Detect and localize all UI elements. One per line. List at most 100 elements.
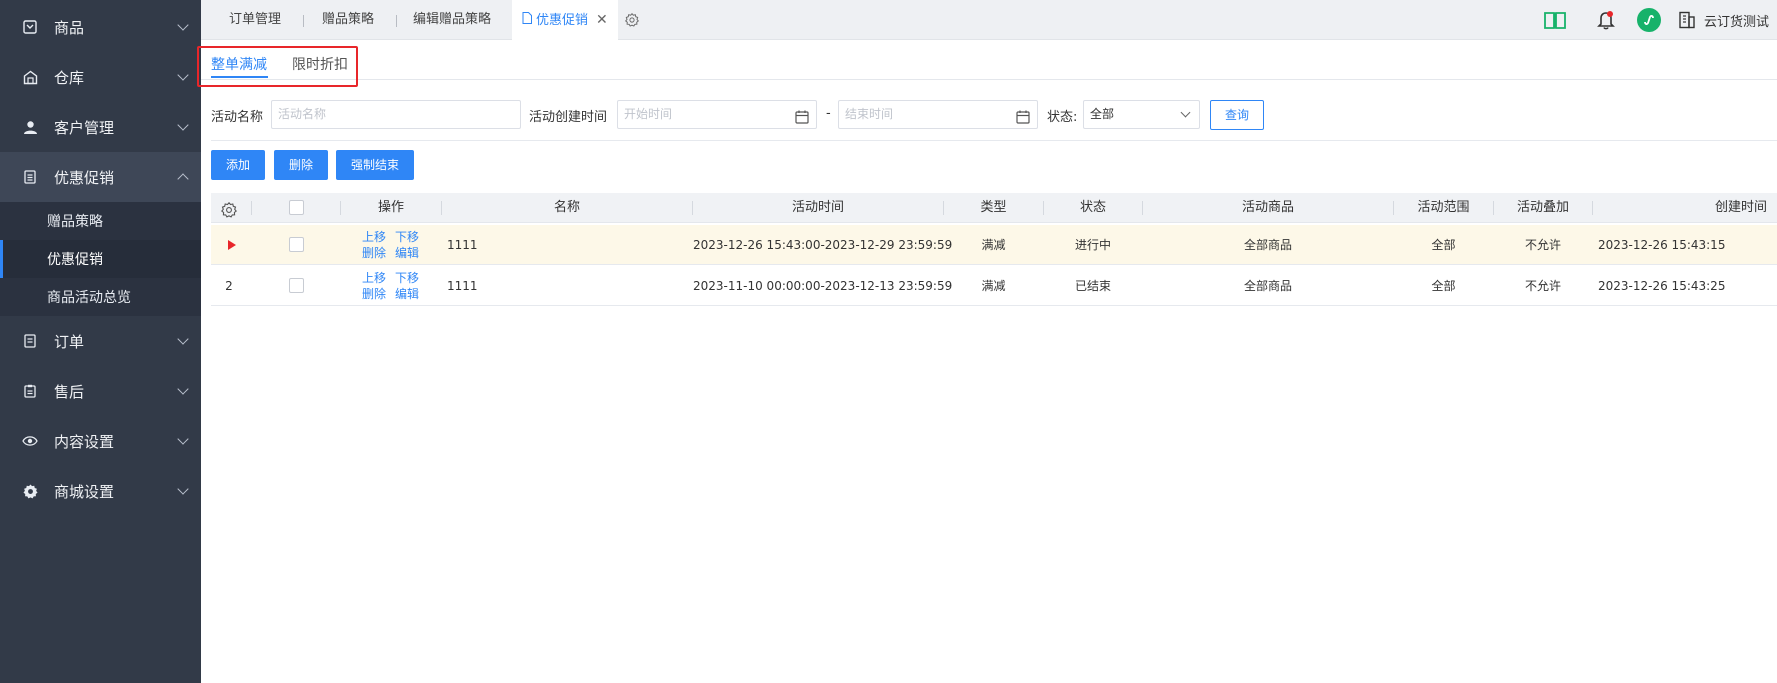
sidebar-item-mall-settings[interactable]: 商城设置: [0, 466, 201, 516]
tab-label: 赠品策略: [322, 12, 375, 27]
delete-button[interactable]: 删除: [274, 150, 328, 180]
move-down-link[interactable]: 下移: [395, 230, 419, 244]
delete-link[interactable]: 删除: [362, 287, 386, 301]
row-type: 满减: [981, 238, 1006, 252]
promotion-icon: [22, 169, 38, 185]
tab-strip: 订单管理 赠品策略 编辑赠品策略 优惠促销 ✕ 云订货测试: [201, 0, 1777, 40]
row-goods: 全部商品: [1243, 279, 1292, 293]
table-row[interactable]: 上移 下移 删除 编辑 1111 2023-12-26 15:43:00-202…: [211, 225, 1777, 265]
add-button[interactable]: 添加: [211, 150, 265, 180]
column-settings-icon[interactable]: [221, 200, 237, 218]
tab-label: 订单管理: [229, 12, 282, 27]
tab-gift-strategy[interactable]: 赠品策略: [322, 0, 374, 40]
sidebar-item-warehouse[interactable]: 仓库: [0, 52, 201, 102]
select-all-checkbox[interactable]: [289, 200, 304, 215]
sidebar-item-label: 仓库: [54, 68, 85, 87]
column-header-name: 名称: [553, 200, 580, 215]
row-name: 1111: [447, 279, 478, 293]
edit-link[interactable]: 编辑: [395, 246, 419, 260]
tab-settings-icon[interactable]: [625, 0, 639, 40]
move-up-link[interactable]: 上移: [362, 230, 386, 244]
sidebar-item-order[interactable]: 订单: [0, 316, 201, 366]
calendar-icon: [795, 107, 809, 124]
chevron-down-icon: [1180, 107, 1191, 118]
sidebar-item-promotion[interactable]: 优惠促销: [0, 152, 201, 202]
tab-edit-gift-strategy[interactable]: 编辑赠品策略: [413, 0, 491, 40]
sidebar-item-label: 商城设置: [54, 482, 115, 501]
status-select[interactable]: 全部: [1083, 100, 1200, 129]
activity-name-placeholder: 活动名称: [278, 107, 327, 121]
sidebar-subitem-label: 赠品策略: [47, 214, 103, 230]
sidebar-subitem-promotion[interactable]: 优惠促销: [0, 240, 201, 278]
tab-divider: [396, 15, 397, 27]
sidebar-item-label: 客户管理: [54, 118, 115, 137]
bell-icon[interactable]: [1597, 0, 1615, 40]
row-created: 2023-12-26 15:43:25: [1598, 279, 1726, 293]
start-time-input[interactable]: 开始时间: [617, 100, 817, 129]
chevron-down-icon: [177, 69, 189, 81]
row-type: 满减: [981, 279, 1006, 293]
sidebar-item-product[interactable]: 商品: [0, 2, 201, 52]
tab-divider: [303, 15, 304, 27]
chevron-up-icon: [177, 173, 189, 185]
tab-label: 编辑赠品策略: [413, 12, 492, 27]
chevron-down-icon: [177, 19, 189, 31]
highlight-annotation-box: [197, 46, 358, 87]
aftersale-icon: [22, 383, 38, 399]
row-checkbox[interactable]: [289, 237, 304, 252]
row-stack: 不允许: [1524, 279, 1561, 293]
sidebar-item-content-settings[interactable]: 内容设置: [0, 416, 201, 466]
query-button[interactable]: 查询: [1210, 100, 1264, 130]
sidebar-item-label: 优惠促销: [54, 168, 115, 187]
calendar-icon: [1016, 107, 1030, 124]
tab-order-management[interactable]: 订单管理: [229, 0, 281, 40]
column-header-time: 活动时间: [791, 200, 844, 215]
activity-name-input[interactable]: 活动名称: [271, 100, 521, 129]
row-scope: 全部: [1431, 279, 1456, 293]
row-index: 2: [225, 279, 233, 293]
row-checkbox[interactable]: [289, 278, 304, 293]
warehouse-icon: [22, 69, 38, 85]
chevron-down-icon: [177, 383, 189, 395]
move-down-link[interactable]: 下移: [395, 271, 419, 285]
table-row[interactable]: 2 上移 下移 删除 编辑 1111 2023-11-10 00:00:00-2…: [211, 266, 1777, 306]
sidebar-subitem-label: 优惠促销: [47, 252, 103, 268]
move-up-link[interactable]: 上移: [362, 271, 386, 285]
org-switcher[interactable]: 云订货测试: [1678, 0, 1769, 40]
sidebar-subitem-label: 商品活动总览: [47, 290, 131, 306]
sidebar-item-aftersale[interactable]: 售后: [0, 366, 201, 416]
building-icon: [1678, 11, 1696, 29]
user-icon: [22, 119, 38, 135]
org-name: 云订货测试: [1704, 14, 1770, 30]
chevron-down-icon: [177, 119, 189, 131]
row-scope: 全部: [1431, 238, 1456, 252]
end-time-input[interactable]: 结束时间: [838, 100, 1038, 129]
column-divider: [251, 201, 252, 215]
sidebar-item-label: 订单: [54, 332, 85, 351]
delete-link[interactable]: 删除: [362, 246, 386, 260]
mini-program-icon[interactable]: [1637, 0, 1661, 40]
sidebar-item-label: 内容设置: [54, 432, 115, 451]
tab-label: 优惠促销: [536, 13, 589, 28]
tab-promotion[interactable]: 优惠促销 ✕: [512, 0, 618, 40]
sidebar-subitem-gift-strategy[interactable]: 赠品策略: [0, 202, 201, 240]
status-select-value: 全部: [1090, 107, 1115, 121]
gear-icon: [22, 483, 38, 499]
row-name: 1111: [447, 238, 478, 252]
activity-name-label: 活动名称: [211, 110, 264, 125]
column-header-scope: 活动范围: [1417, 200, 1470, 215]
sidebar-item-customer[interactable]: 客户管理: [0, 102, 201, 152]
row-time: 2023-11-10 00:00:00-2023-12-13 23:59:59: [693, 279, 953, 293]
sidebar-subitem-activity-overview[interactable]: 商品活动总览: [0, 278, 201, 316]
sidebar: 商品 仓库 客户管理 优惠促销 赠品策略 优惠促销 商品活动总览 订单 售后 内…: [0, 0, 201, 683]
column-header-created: 创建时间: [1714, 200, 1767, 215]
chevron-down-icon: [177, 433, 189, 445]
sidebar-item-label: 售后: [54, 382, 85, 401]
close-icon[interactable]: ✕: [596, 12, 608, 28]
chevron-down-icon: [177, 333, 189, 345]
eye-icon: [22, 433, 38, 449]
chevron-down-icon: [177, 483, 189, 495]
edit-link[interactable]: 编辑: [395, 287, 419, 301]
guide-book-icon[interactable]: [1543, 0, 1567, 40]
force-end-button[interactable]: 强制结束: [336, 150, 414, 180]
